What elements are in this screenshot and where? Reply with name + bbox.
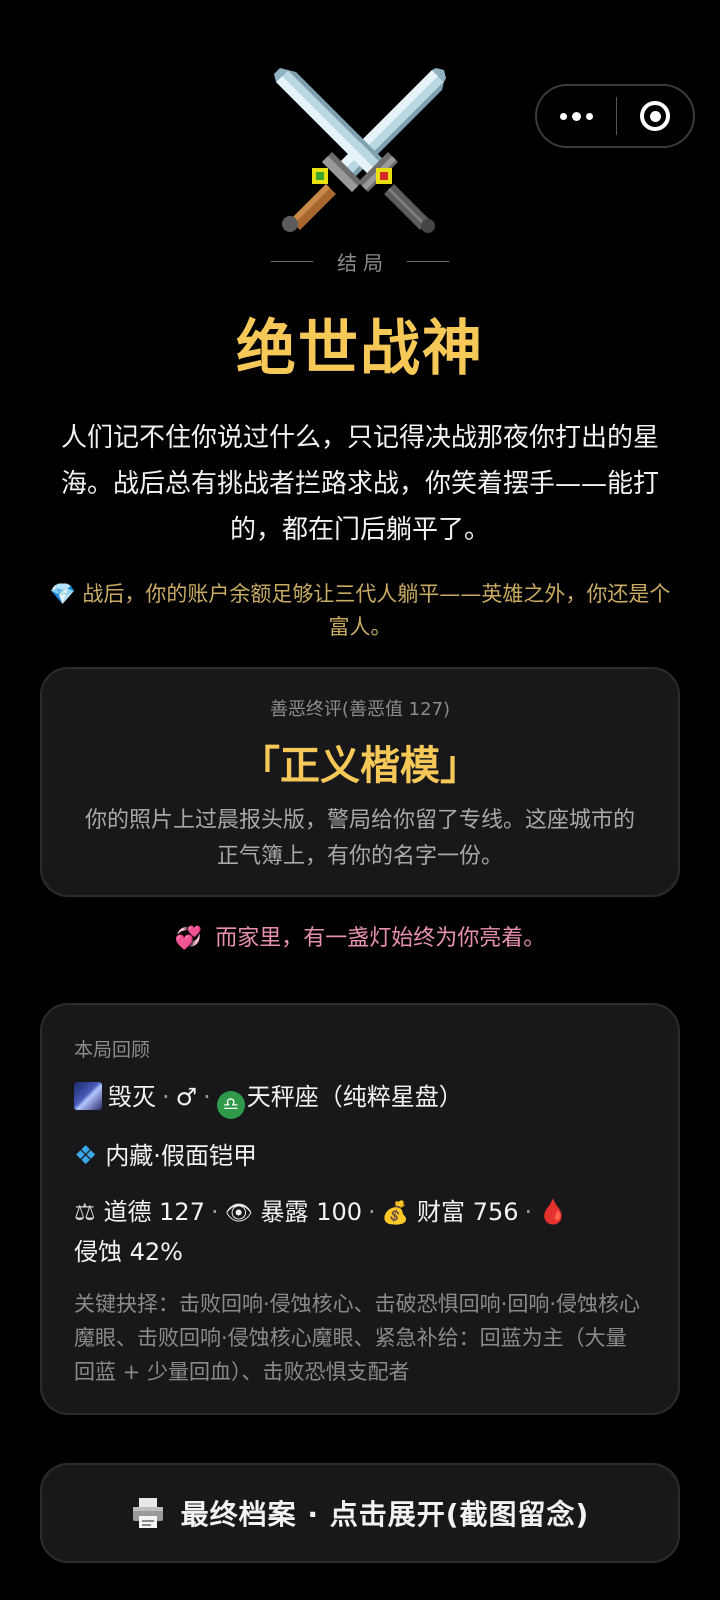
ending-label-text: 结局: [337, 251, 389, 275]
review-label: 本局回顾: [74, 1039, 151, 1061]
morality-label: 道德: [103, 1198, 152, 1226]
karma-card: 善恶终评(善恶值 127) 「正义楷模」 你的照片上过晨报头版，警局给你留了专线…: [40, 667, 680, 897]
divider-line-left: [271, 261, 313, 262]
home-note-text: 而家里，有一盏灯始终为你亮着。: [215, 926, 546, 951]
archive-button-label: 最终档案 · 点击展开(截图留念): [180, 1498, 590, 1531]
key-choices: 关键抉择：击败回响·侵蚀核心、击破恐惧回响·回响·侵蚀核心魔眼、击败回响·侵蚀核…: [74, 1292, 641, 1384]
ending-label: 结局: [0, 247, 720, 276]
money-bag-icon: 💰: [381, 1201, 410, 1226]
karma-title: 「正义楷模」: [240, 743, 480, 789]
review-stats-row: ⚖ 道德 127 · 👁 暴露 100 · 💰 财富 756 · 🩸 侵蚀 42%: [74, 1198, 569, 1266]
review-hidden-row: ❖ 内藏·假面铠甲: [74, 1137, 646, 1175]
gem-icon: 💎: [49, 582, 76, 606]
wealth-note: 💎 战后，你的账户余额足够让三代人躺平——英雄之外，你还是个富人。: [40, 578, 680, 644]
corruption-value: 侵蚀 42%: [74, 1238, 183, 1266]
karma-description: 你的照片上过晨报头版，警局给你留了专线。这座城市的正气簿上，有你的名字一份。: [84, 808, 635, 869]
hidden-value: 内藏·假面铠甲: [105, 1142, 257, 1170]
zodiac-value: 天秤座（纯粹星盘）: [246, 1083, 463, 1111]
crossed-swords-icon: [274, 68, 446, 233]
divider-line-right: [407, 261, 449, 262]
libra-icon: ♎: [216, 1091, 245, 1119]
exposure-label: 暴露: [260, 1198, 309, 1226]
blood-drop-icon: 🩸: [538, 1198, 569, 1226]
eye-icon: 👁: [224, 1201, 253, 1226]
review-card: 本局回顾 毁灭 · ♂ · ♎ 天秤座（纯粹星盘） ❖ 内藏·假面铠甲 ⚖ 道德 127 · 👁 暴…: [40, 1003, 680, 1415]
karma-label: 善恶终评(善恶值 127): [269, 699, 451, 720]
origin-value: 毁灭: [108, 1083, 156, 1111]
wealth-note-text: 战后，你的账户余额足够让三代人躺平——英雄之外，你还是个富人。: [82, 582, 671, 639]
target-close-icon[interactable]: [617, 86, 693, 146]
exposure-value: 100: [316, 1198, 362, 1226]
balance-scale-icon: ⚖: [74, 1198, 96, 1226]
gender-value: ♂: [175, 1083, 198, 1111]
morality-value: 127: [159, 1198, 205, 1226]
wealth-value: 756: [472, 1198, 519, 1226]
archive-expand-button[interactable]: 最终档案 · 点击展开(截图留念): [40, 1463, 680, 1563]
home-note: 💞 而家里，有一盏灯始终为你亮着。: [0, 920, 720, 952]
capsule-menu: [535, 84, 695, 148]
galaxy-icon: [74, 1082, 102, 1110]
ending-description: 人们记不住你说过什么，只记得决战那夜你打出的星海。战后总有挑战者拦路求战，你笑着…: [60, 423, 659, 545]
ending-title: 绝世战神: [236, 314, 484, 384]
wealth-label: 财富: [417, 1198, 466, 1226]
review-origin-row: 毁灭 · ♂ · ♎ 天秤座（纯粹星盘）: [74, 1078, 646, 1119]
diamond-shape-icon: ❖: [74, 1141, 98, 1171]
printer-icon: [132, 1498, 163, 1528]
more-dots-icon[interactable]: [537, 86, 616, 146]
hearts-icon: 💞: [174, 926, 203, 951]
